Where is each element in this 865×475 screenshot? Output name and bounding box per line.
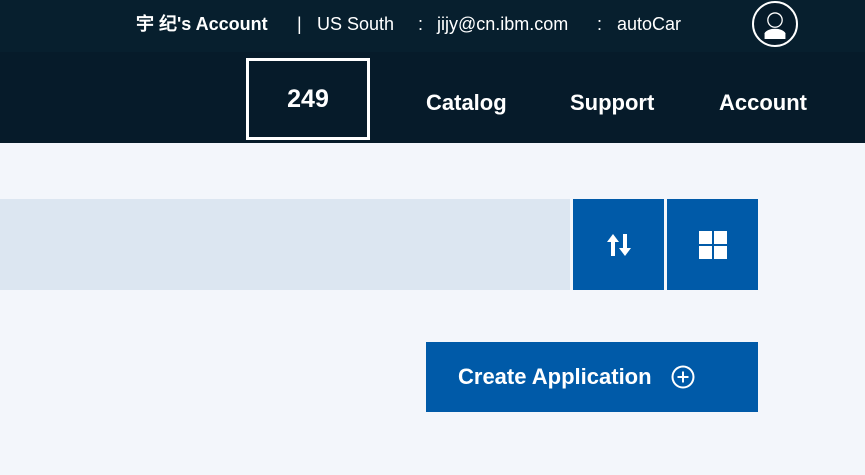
create-application-label: Create Application <box>458 364 652 389</box>
sort-button[interactable] <box>573 199 664 290</box>
region-selector[interactable]: US South <box>317 13 394 35</box>
nav-link-catalog[interactable]: Catalog <box>426 90 507 116</box>
organization-selector[interactable]: autoCar <box>617 13 681 35</box>
region-email-separator: : <box>418 14 424 34</box>
account-separator: | <box>297 14 302 34</box>
sort-arrows-icon <box>604 231 634 259</box>
user-avatar-icon[interactable] <box>752 1 798 47</box>
plus-circle-icon <box>652 365 695 389</box>
nav-link-account[interactable]: Account <box>719 90 807 116</box>
grid-view-button[interactable] <box>667 199 758 290</box>
grid-view-icon <box>698 230 728 260</box>
top-navigation-bar: 宇 纪's Account | US South : jijy@cn.ibm.c… <box>0 0 865 143</box>
create-application-button[interactable]: Create Application <box>426 342 758 412</box>
notification-counter[interactable]: 249 <box>246 58 370 140</box>
account-name-selector[interactable]: 宇 纪's Account <box>136 13 268 35</box>
nav-link-support[interactable]: Support <box>570 90 654 116</box>
search-input[interactable] <box>0 199 570 290</box>
account-context-bar: 宇 纪's Account | US South : jijy@cn.ibm.c… <box>0 0 865 52</box>
search-bar <box>0 199 570 290</box>
user-email[interactable]: jijy@cn.ibm.com <box>437 13 568 35</box>
email-org-separator: : <box>597 14 603 34</box>
